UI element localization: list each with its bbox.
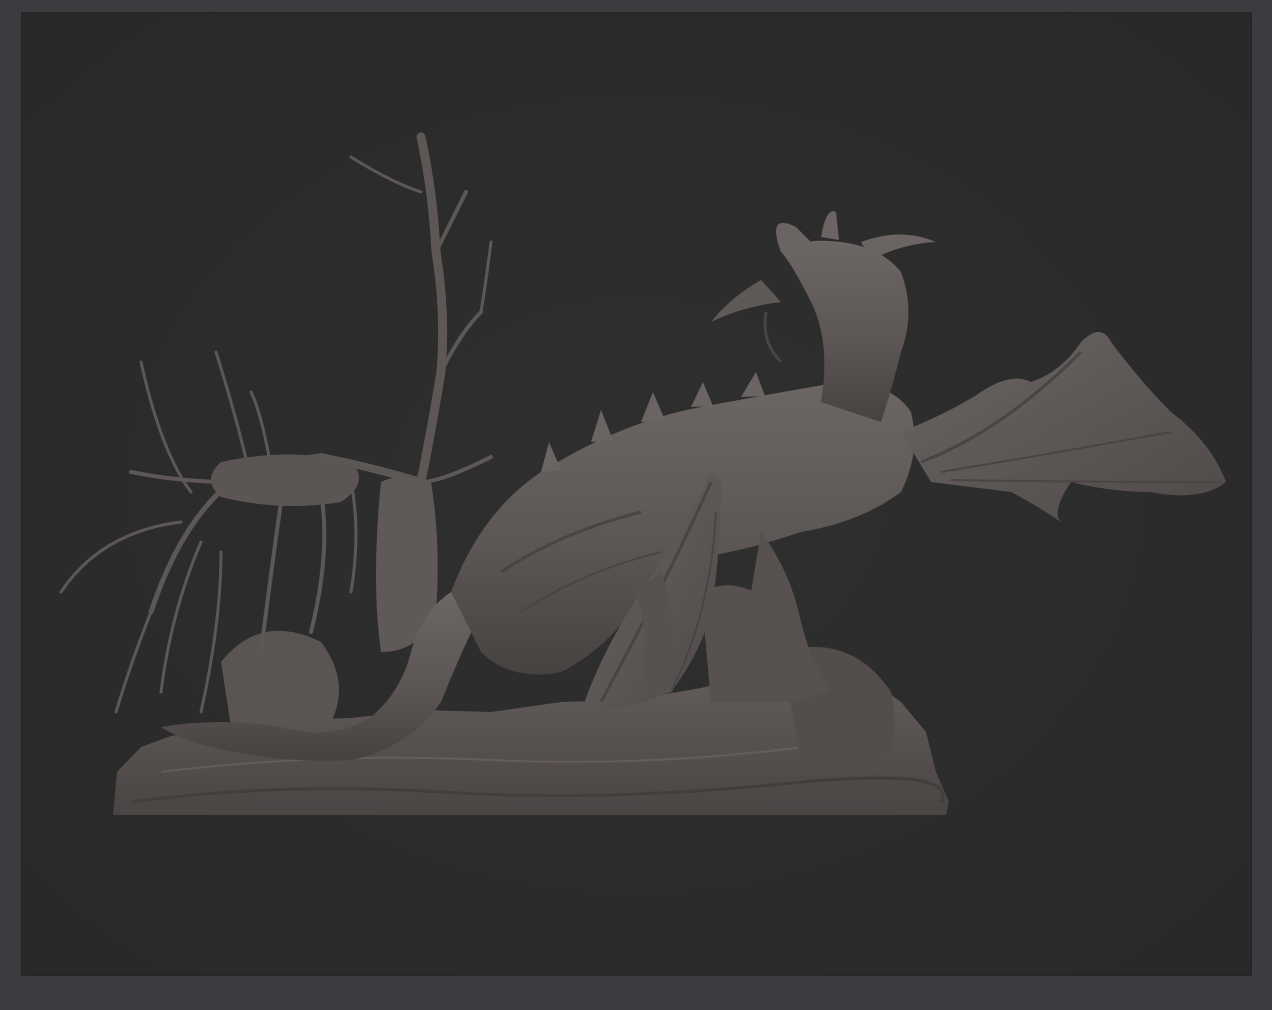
app-frame <box>0 0 1272 1010</box>
sculpt-model[interactable] <box>21 12 1252 976</box>
3d-viewport[interactable] <box>21 12 1252 976</box>
dragon-wing-right <box>901 332 1226 522</box>
dragon-head <box>711 211 936 422</box>
